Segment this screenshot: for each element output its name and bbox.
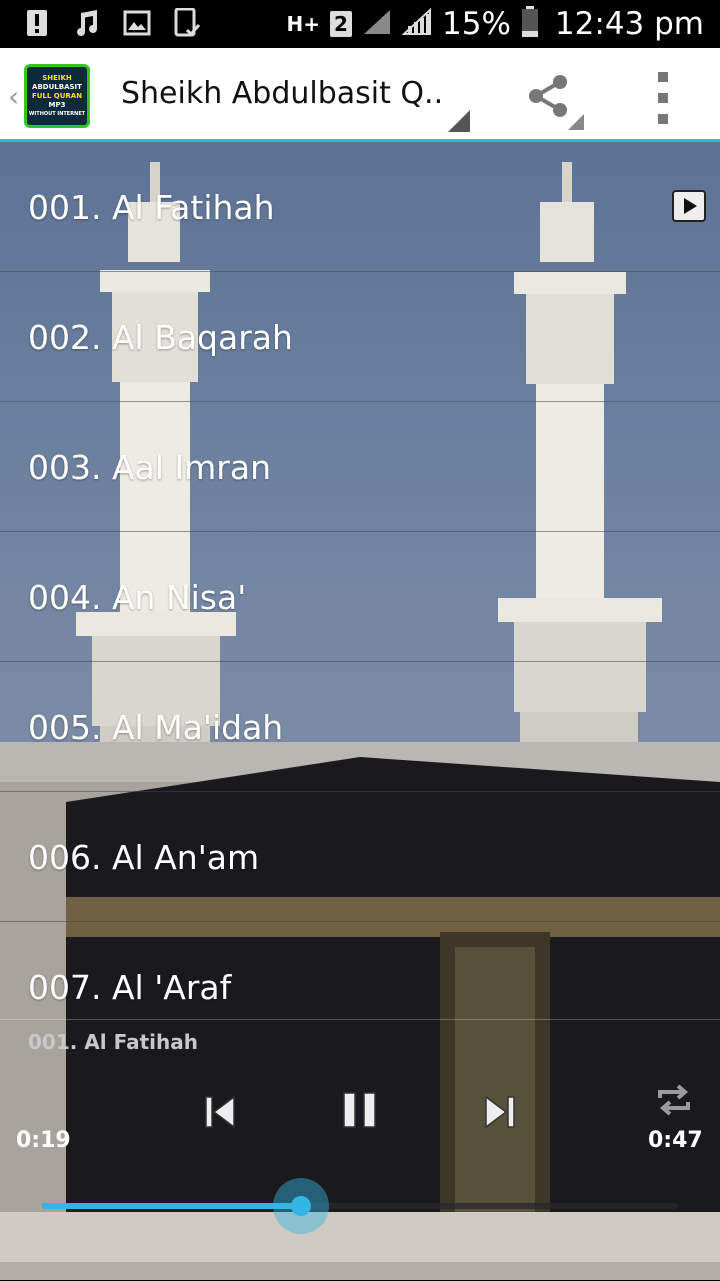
next-icon (485, 1095, 515, 1129)
previous-icon (205, 1095, 235, 1129)
action-bar: ‹ SHEIKH ABDULBASIT FULL QURAN MP3 WITHO… (0, 48, 720, 142)
app-logo-line: SHEIKH (42, 73, 72, 82)
clock: 12:43 pm (554, 6, 704, 42)
signal-icon-1 (362, 8, 392, 40)
image-icon (122, 8, 152, 38)
track-list: 001. Al Fatihah 002. Al Baqarah 003. Aal… (0, 142, 720, 1059)
track-title: 004. An Nisa' (28, 578, 247, 617)
previous-button[interactable] (198, 1090, 242, 1134)
list-item[interactable]: 004. An Nisa' (0, 532, 720, 662)
list-item[interactable]: 001. Al Fatihah (0, 142, 720, 272)
list-item[interactable]: 003. Aal Imran (0, 402, 720, 532)
overflow-menu-icon[interactable] (648, 72, 678, 124)
repeat-button[interactable] (652, 1078, 696, 1122)
list-item[interactable]: 005. Al Ma'idah (0, 662, 720, 792)
repeat-icon (658, 1084, 690, 1116)
battery-percent: 15% (442, 6, 511, 42)
pause-button[interactable] (338, 1088, 382, 1132)
seek-progress (42, 1203, 302, 1209)
total-duration: 0:47 (648, 1128, 703, 1153)
pause-icon (343, 1092, 376, 1128)
app-logo-line: ABDULBASIT (32, 82, 82, 91)
media-player: 001. Al Fatihah 0:19 0:47 (0, 1019, 720, 1281)
track-title: 005. Al Ma'idah (28, 708, 284, 747)
app-logo-line: MP3 (48, 100, 66, 109)
battery-icon (521, 6, 539, 42)
alert-icon (22, 8, 52, 38)
seek-bar[interactable] (42, 1178, 678, 1234)
app-logo-line: FULL QURAN (31, 91, 83, 100)
elapsed-time: 0:19 (16, 1128, 71, 1153)
music-note-icon (72, 8, 102, 38)
track-title: 002. Al Baqarah (28, 318, 293, 357)
sim-slot-badge: 2 (330, 11, 353, 37)
notification-icons (22, 8, 202, 38)
list-item[interactable]: 006. Al An'am (0, 792, 720, 922)
page-title[interactable]: Sheikh Abdulbasit Q.. (121, 76, 443, 111)
list-item[interactable]: 002. Al Baqarah (0, 272, 720, 402)
signal-icon-2 (401, 7, 432, 40)
track-title: 003. Aal Imran (28, 448, 272, 487)
back-chevron-icon[interactable]: ‹ (8, 80, 19, 113)
track-title: 001. Al Fatihah (28, 188, 275, 227)
network-type-indicator: H+ (286, 12, 321, 36)
app-logo[interactable]: SHEIKH ABDULBASIT FULL QURAN MP3 WITHOUT… (24, 64, 90, 128)
phone-check-icon (172, 8, 202, 38)
next-button[interactable] (478, 1090, 522, 1134)
share-button[interactable] (522, 70, 574, 122)
system-status: H+ 2 15% 12:43 pm (287, 6, 704, 42)
track-title: 006. Al An'am (28, 838, 260, 877)
status-bar: H+ 2 15% 12:43 pm (0, 0, 720, 48)
now-playing-title: 001. Al Fatihah (28, 1030, 198, 1054)
seek-thumb[interactable] (273, 1178, 330, 1234)
play-icon[interactable] (672, 190, 706, 222)
share-icon (529, 75, 567, 117)
track-title: 007. Al 'Araf (28, 968, 232, 1007)
share-corner-icon (568, 114, 584, 130)
spinner-corner-icon (448, 110, 470, 132)
app-logo-line: WITHOUT INTERNET (28, 110, 86, 117)
